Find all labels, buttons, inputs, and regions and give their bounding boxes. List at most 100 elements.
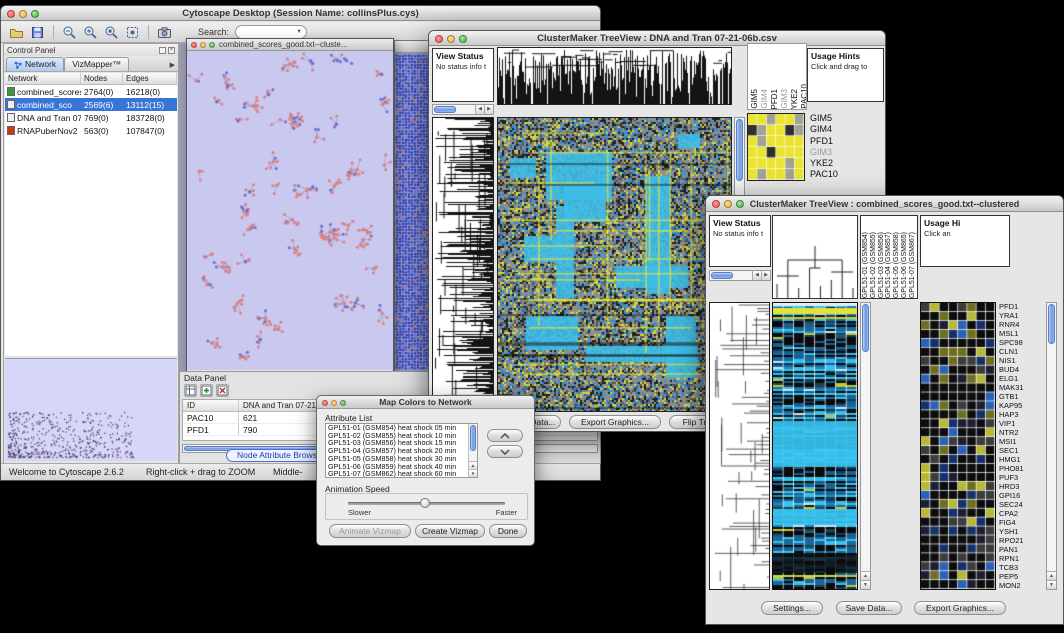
slider-thumb[interactable] — [420, 498, 430, 508]
zoom-button[interactable] — [209, 42, 215, 48]
row-dendrogram[interactable] — [709, 302, 770, 590]
gene-label[interactable]: ELG1 — [999, 374, 1044, 383]
scrollbar-thumb[interactable] — [862, 304, 869, 352]
gene-label[interactable]: GPI16 — [999, 491, 1044, 500]
treeview-combined-titlebar[interactable]: ClusterMaker TreeView : combined_scores_… — [706, 196, 1063, 212]
scrollbar-thumb[interactable] — [470, 425, 476, 451]
zoom-fit-button[interactable] — [123, 23, 142, 42]
gene-label[interactable]: HMG1 — [999, 455, 1044, 464]
tv2-rowtree-canvas[interactable] — [710, 303, 769, 589]
minimize-button[interactable] — [724, 200, 732, 208]
save-data-button[interactable]: Save Data... — [836, 601, 902, 615]
gene-label[interactable]: YSH1 — [999, 527, 1044, 536]
scroll-down-icon[interactable]: ▼ — [1047, 580, 1056, 589]
scroll-up-icon[interactable]: ▲ — [469, 461, 477, 469]
gene-label[interactable]: PFD1 — [999, 302, 1044, 311]
gene-label[interactable]: PAC10 — [810, 169, 882, 180]
scroll-left-icon[interactable]: ◀ — [752, 271, 761, 280]
gene-label[interactable]: KAP95 — [999, 401, 1044, 410]
animation-speed-slider[interactable] — [348, 502, 505, 505]
column-header-id[interactable]: ID — [183, 400, 239, 411]
gene-label[interactable]: MSL1 — [999, 329, 1044, 338]
tab-overflow-button[interactable]: ▶ — [170, 61, 175, 69]
tv2-heatmap-canvas[interactable] — [773, 303, 857, 589]
network-view-titlebar[interactable]: combined_scores_good.txt--cluste... — [187, 39, 393, 51]
view-status-scrollbar[interactable]: ◀ ▶ — [709, 270, 771, 281]
row-dendrogram[interactable] — [432, 117, 494, 412]
gene-label[interactable]: CPA2 — [999, 509, 1044, 518]
scrollbar-thumb[interactable] — [711, 272, 733, 279]
gene-label[interactable]: RPO21 — [999, 536, 1044, 545]
gene-label[interactable]: PAN1 — [999, 545, 1044, 554]
column-header-edges[interactable]: Edges — [123, 73, 177, 84]
gene-label[interactable]: GIM4 — [810, 124, 882, 135]
scroll-down-icon[interactable]: ▼ — [469, 469, 477, 477]
tv1-matrix-canvas[interactable] — [748, 114, 804, 180]
zoom-button[interactable] — [31, 10, 39, 18]
export-graphics-button[interactable]: Export Graphics... — [914, 601, 1006, 615]
zoom-button[interactable] — [459, 35, 467, 43]
global-heatmap[interactable] — [772, 302, 858, 590]
attribute-list-scrollbar[interactable]: ▲ ▼ — [468, 424, 477, 477]
zoom-heatmap[interactable] — [920, 302, 996, 590]
float-panel-icon[interactable] — [159, 47, 166, 54]
animate-vizmap-button[interactable]: Animate Vizmap — [329, 524, 411, 538]
delete-attribute-button[interactable] — [216, 384, 229, 397]
scrollbar-thumb[interactable] — [736, 119, 743, 181]
global-heatmap[interactable] — [497, 117, 732, 412]
zoom-selected-button[interactable] — [102, 23, 121, 42]
gene-label[interactable]: MSI1 — [999, 437, 1044, 446]
gene-label[interactable]: YKE2 — [810, 158, 882, 169]
gene-label[interactable]: YRA1 — [999, 311, 1044, 320]
network-row[interactable]: combined_scores 2764(0) 16218(0) — [5, 85, 177, 98]
tv2-coltree-canvas[interactable] — [773, 216, 857, 298]
create-vizmap-button[interactable]: Create Vizmap — [415, 524, 485, 538]
tv1-coltree-canvas[interactable] — [498, 48, 731, 104]
zoom-button[interactable] — [340, 400, 346, 406]
column-dendrogram[interactable] — [772, 215, 858, 299]
gene-label[interactable]: NIS1 — [999, 356, 1044, 365]
gene-label[interactable]: GIM5 — [810, 113, 882, 124]
background-network-titlebar[interactable] — [395, 41, 432, 53]
minimize-button[interactable] — [19, 10, 27, 18]
gene-label[interactable]: VIP1 — [999, 419, 1044, 428]
attribute-list[interactable]: GPL51-01 (GSM854) heat shock 05 minGPL51… — [325, 423, 478, 478]
tv1-heatmap-canvas[interactable] — [498, 118, 731, 411]
scroll-right-icon[interactable]: ▶ — [484, 105, 493, 114]
gene-label[interactable]: HAP3 — [999, 410, 1044, 419]
column-dendrogram[interactable] — [497, 47, 732, 105]
close-button[interactable] — [435, 35, 443, 43]
gene-label[interactable]: PEP5 — [999, 572, 1044, 581]
gene-label[interactable]: FIG4 — [999, 518, 1044, 527]
gene-label[interactable]: TCB3 — [999, 563, 1044, 572]
done-button[interactable]: Done — [489, 524, 527, 538]
column-header-nodes[interactable]: Nodes — [81, 73, 123, 84]
gene-label[interactable]: RNR4 — [999, 320, 1044, 329]
scroll-up-icon[interactable]: ▲ — [861, 571, 870, 580]
network-canvas[interactable] — [187, 51, 393, 370]
tv2-zoom-canvas[interactable] — [921, 303, 995, 589]
move-down-button[interactable] — [487, 445, 523, 458]
gene-label[interactable]: PUF3 — [999, 473, 1044, 482]
tab-vizmapper[interactable]: VizMapper™ — [64, 57, 129, 71]
minimize-button[interactable] — [447, 35, 455, 43]
column-header-network[interactable]: Network — [5, 73, 81, 84]
scroll-down-icon[interactable]: ▼ — [861, 580, 870, 589]
tab-network[interactable]: Network — [6, 57, 64, 71]
gene-label[interactable]: GTB1 — [999, 392, 1044, 401]
cytoscape-titlebar[interactable]: Cytoscape Desktop (Session Name: collins… — [1, 6, 600, 21]
gene-list-vscrollbar[interactable]: ▲ ▼ — [1046, 302, 1057, 590]
settings-button[interactable]: Settings... — [761, 601, 823, 615]
attribute-item[interactable]: GPL51-07 (GSM862) heat shock 60 min — [326, 470, 477, 478]
gene-label[interactable]: PFD1 — [810, 136, 882, 147]
close-button[interactable] — [7, 10, 15, 18]
gene-label[interactable]: HRD3 — [999, 482, 1044, 491]
gene-label[interactable]: CLN1 — [999, 347, 1044, 356]
gene-label[interactable]: RPN1 — [999, 554, 1044, 563]
gene-label[interactable]: SPC98 — [999, 338, 1044, 347]
view-status-scrollbar[interactable]: ◀ ▶ — [432, 104, 494, 115]
gene-label[interactable]: MAK31 — [999, 383, 1044, 392]
gene-label[interactable]: NTR2 — [999, 428, 1044, 437]
create-attribute-button[interactable] — [200, 384, 213, 397]
network-view-window[interactable]: combined_scores_good.txt--cluste... — [186, 38, 394, 372]
